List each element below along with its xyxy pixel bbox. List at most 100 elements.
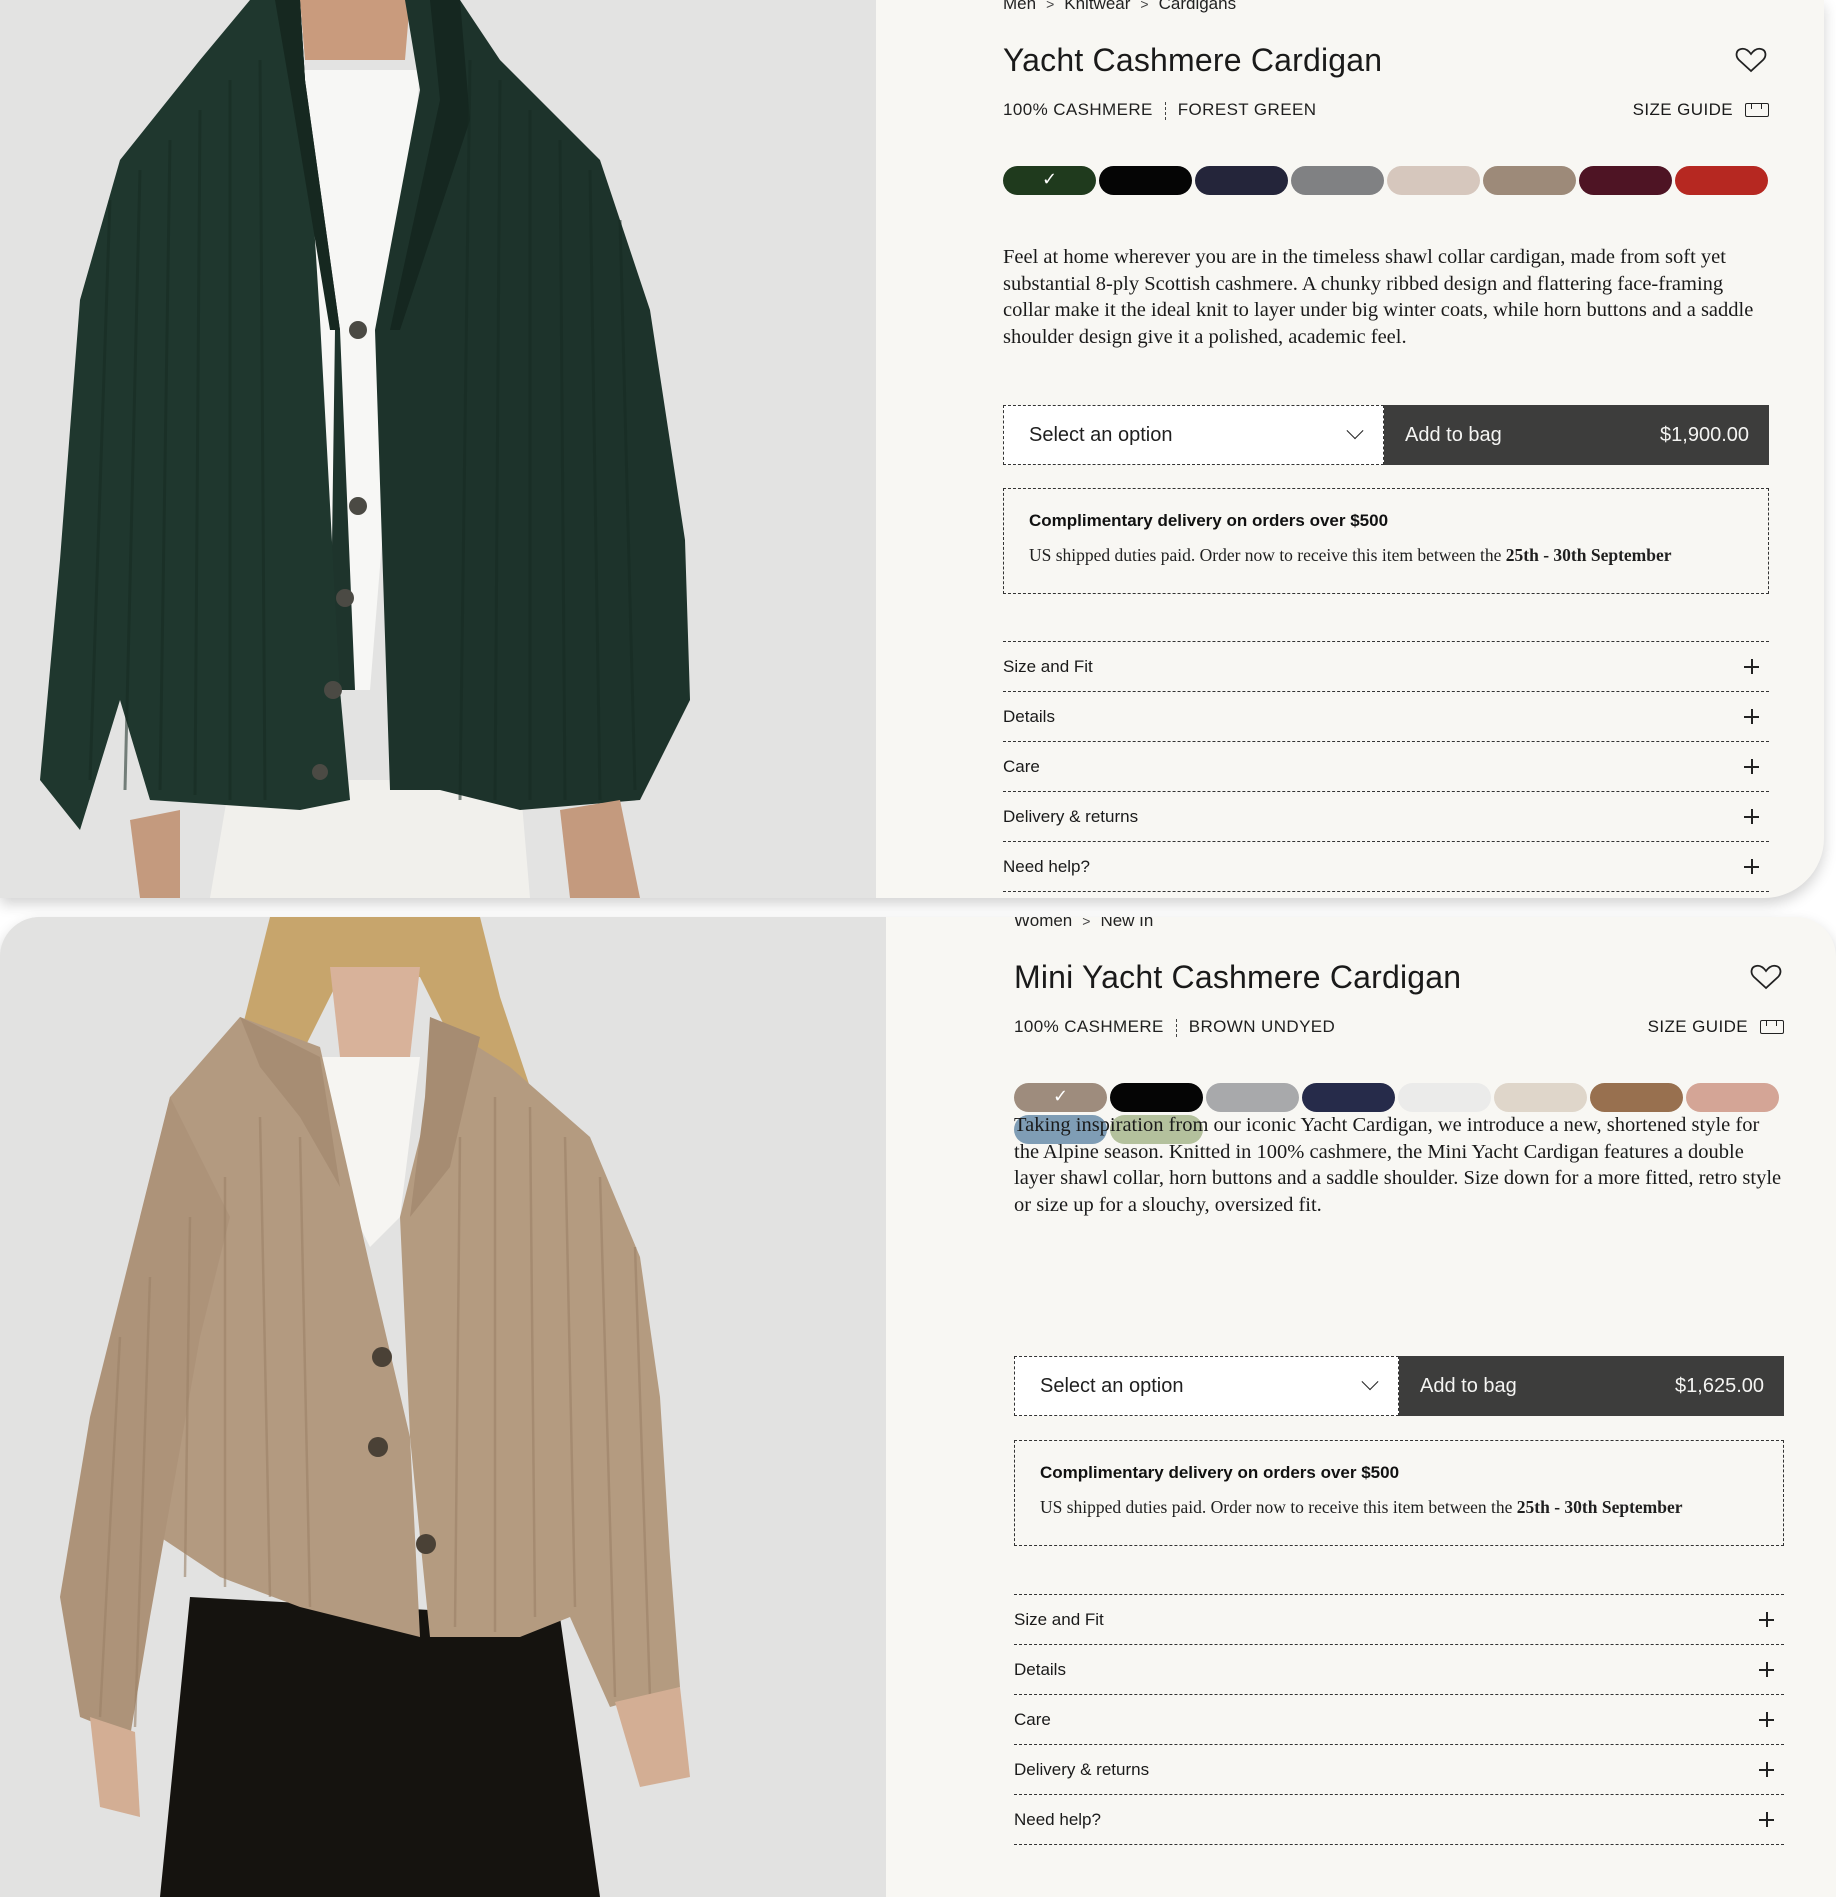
price: $1,625.00 (1675, 1374, 1764, 1397)
colour-swatch[interactable] (1195, 166, 1288, 195)
accordion-label: Delivery & returns (1003, 806, 1139, 826)
product-meta: 100% CASHMERE FOREST GREEN (1003, 100, 1316, 120)
delivery-dates: 25th - 30th September (1505, 545, 1672, 565)
purchase-row: Select an option Add to bag $1,625.00 (1014, 1356, 1784, 1416)
colour-swatch[interactable] (1110, 1083, 1203, 1112)
plus-icon (1744, 659, 1759, 674)
accordion-item[interactable]: Care (1003, 742, 1769, 792)
colour-swatch[interactable] (1483, 166, 1576, 195)
select-placeholder: Select an option (1029, 423, 1173, 446)
colour-swatch[interactable] (1099, 166, 1192, 195)
colour-swatch[interactable] (1494, 1083, 1587, 1112)
colour-swatch[interactable]: ✓ (1014, 1083, 1107, 1112)
delivery-heading: Complimentary delivery on orders over $5… (1029, 511, 1389, 530)
breadcrumb-separator: > (1082, 917, 1091, 929)
accordion-item[interactable]: Details (1003, 692, 1769, 742)
add-to-bag-label: Add to bag (1420, 1374, 1517, 1397)
ruler-icon (1745, 103, 1769, 117)
accordion-label: Need help? (1014, 1809, 1101, 1829)
size-select[interactable]: Select an option (1003, 405, 1384, 465)
breadcrumb-link[interactable]: Cardigans (1159, 0, 1237, 13)
accordion-label: Size and Fit (1014, 1609, 1104, 1629)
colour-swatch[interactable] (1590, 1083, 1683, 1112)
material-label: 100% CASHMERE (1014, 1017, 1164, 1036)
product-title: Mini Yacht Cashmere Cardigan (1014, 959, 1462, 995)
accordion-item[interactable]: Size and Fit (1003, 642, 1769, 692)
meta-divider (1175, 1018, 1177, 1037)
colour-name: FOREST GREEN (1177, 100, 1317, 119)
delivery-heading: Complimentary delivery on orders over $5… (1040, 1463, 1400, 1482)
size-guide-label: SIZE GUIDE (1647, 1017, 1748, 1036)
chevron-down-icon (1346, 422, 1364, 440)
accordion: Size and Fit Details Care Delivery & return… (1003, 641, 1769, 892)
purchase-row: Select an option Add to bag $1,900.00 (1003, 405, 1769, 465)
accordion-label: Details (1003, 706, 1055, 726)
product-meta: 100% CASHMERE BROWN UNDYED (1014, 1017, 1335, 1037)
breadcrumb-link[interactable]: New In (1100, 917, 1153, 930)
accordion-item[interactable]: Size and Fit (1014, 1595, 1784, 1645)
material-label: 100% CASHMERE (1003, 100, 1153, 119)
ruler-icon (1760, 1020, 1784, 1034)
colour-swatch[interactable] (1398, 1083, 1491, 1112)
plus-icon (1759, 1762, 1774, 1777)
breadcrumb-separator: > (1046, 0, 1055, 12)
colour-swatch[interactable] (1291, 166, 1384, 195)
size-guide-link[interactable]: SIZE GUIDE (1648, 1017, 1784, 1037)
add-to-bag-button[interactable]: Add to bag $1,900.00 (1384, 405, 1769, 465)
accordion-label: Size and Fit (1003, 656, 1093, 676)
accordion-item[interactable]: Delivery & returns (1003, 792, 1769, 842)
product-description: Taking inspiration from our iconic Yacht… (1014, 1114, 1782, 1216)
accordion-item[interactable]: Care (1014, 1695, 1784, 1745)
add-to-bag-button[interactable]: Add to bag $1,625.00 (1399, 1356, 1784, 1416)
colour-swatches: ✓ (1003, 166, 1773, 195)
breadcrumb-link[interactable]: Knitwear (1064, 0, 1130, 13)
colour-swatch[interactable] (1675, 166, 1768, 195)
product-card-mini-yacht: Women > New In Mini Yacht Cashmere Cardiga… (0, 917, 1836, 1897)
plus-icon (1759, 1712, 1774, 1727)
colour-swatch[interactable] (1387, 166, 1480, 195)
breadcrumb-separator: > (1140, 0, 1149, 12)
colour-swatch[interactable]: ✓ (1003, 166, 1096, 195)
accordion-label: Care (1014, 1709, 1051, 1729)
heart-icon[interactable] (1735, 46, 1767, 74)
select-placeholder: Select an option (1040, 1374, 1184, 1397)
breadcrumb-link[interactable]: Men (1003, 0, 1036, 13)
accordion-item[interactable]: Need help? (1003, 842, 1769, 892)
plus-icon (1744, 759, 1759, 774)
plus-icon (1744, 809, 1759, 824)
accordion-label: Need help? (1003, 856, 1090, 876)
accordion-item[interactable]: Delivery & returns (1014, 1745, 1784, 1795)
heart-icon[interactable] (1750, 963, 1782, 991)
colour-swatch[interactable] (1302, 1083, 1395, 1112)
plus-icon (1744, 859, 1759, 874)
delivery-info-box: Complimentary delivery on orders over $5… (1014, 1440, 1784, 1546)
product-description: Feel at home wherever you are in the tim… (1003, 246, 1754, 348)
accordion: Size and Fit Details Care Delivery & return… (1014, 1594, 1784, 1845)
colour-swatch[interactable] (1206, 1083, 1299, 1112)
accordion-item[interactable]: Need help? (1014, 1795, 1784, 1845)
delivery-text: US shipped duties paid. Order now to rec… (1029, 545, 1672, 565)
size-guide-link[interactable]: SIZE GUIDE (1633, 100, 1769, 120)
delivery-text: US shipped duties paid. Order now to rec… (1040, 1497, 1683, 1517)
accordion-item[interactable]: Details (1014, 1645, 1784, 1695)
size-guide-label: SIZE GUIDE (1632, 100, 1733, 119)
delivery-dates: 25th - 30th September (1516, 1497, 1683, 1517)
plus-icon (1759, 1662, 1774, 1677)
delivery-info-box: Complimentary delivery on orders over $5… (1003, 488, 1769, 594)
plus-icon (1759, 1612, 1774, 1627)
size-select[interactable]: Select an option (1014, 1356, 1399, 1416)
product-photo[interactable] (0, 0, 876, 898)
plus-icon (1744, 709, 1759, 724)
product-card-yacht: Men > Knitwear > Cardigans Yacht Cashmere Ca… (0, 0, 1824, 898)
accordion-label: Care (1003, 756, 1040, 776)
accordion-label: Delivery & returns (1014, 1759, 1150, 1779)
product-title: Yacht Cashmere Cardigan (1003, 42, 1383, 78)
breadcrumb: Men > Knitwear > Cardigans (1003, 0, 1236, 14)
colour-swatch[interactable] (1579, 166, 1672, 195)
product-photo[interactable] (0, 917, 886, 1897)
colour-swatch[interactable] (1686, 1083, 1779, 1112)
check-icon: ✓ (1052, 1085, 1069, 1107)
meta-divider (1164, 101, 1166, 120)
breadcrumb-link[interactable]: Women (1014, 917, 1072, 930)
accordion-label: Details (1014, 1659, 1066, 1679)
